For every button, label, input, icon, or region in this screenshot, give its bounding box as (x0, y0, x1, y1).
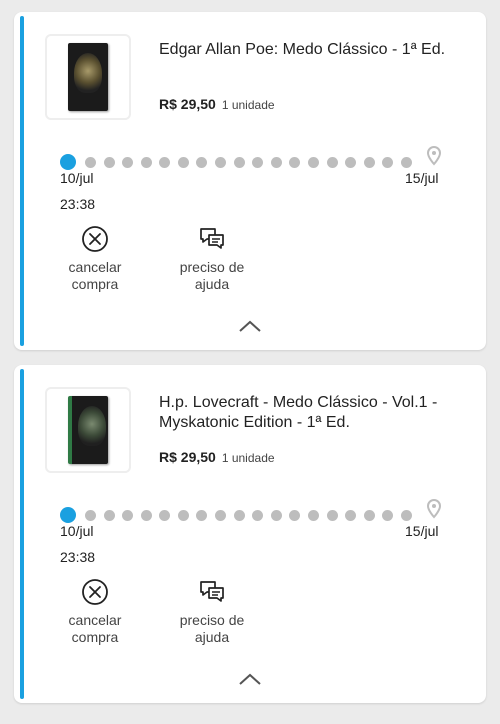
map-pin-icon (426, 146, 442, 166)
progress-step-dot (400, 510, 412, 521)
product-quantity: 1 unidade (221, 98, 275, 112)
progress-step-dot (307, 510, 319, 521)
progress-step-dot (363, 510, 375, 521)
product-thumbnail[interactable] (45, 387, 131, 473)
product-quantity: 1 unidade (221, 451, 275, 465)
progress-step-dot (382, 510, 394, 521)
delivery-progress-track (60, 499, 442, 535)
progress-step-dot (140, 510, 152, 521)
progress-step-dot (196, 157, 208, 168)
progress-step-dot (177, 510, 189, 521)
progress-step-dot (103, 157, 115, 168)
progress-step-dot (122, 157, 134, 168)
progress-step-dot (85, 510, 96, 521)
start-time: 23:38 (60, 549, 96, 565)
start-date: 10/jul (60, 523, 94, 539)
progress-step-dot (326, 157, 338, 168)
book-cover-image (68, 43, 108, 111)
progress-step-dot (159, 510, 171, 521)
progress-step-dot (215, 510, 227, 521)
progress-step-dot (196, 510, 208, 521)
chevron-up-icon[interactable] (238, 672, 262, 686)
chat-bubbles-icon (200, 228, 224, 249)
progress-step-dot (159, 157, 171, 168)
chat-bubbles-icon (200, 581, 224, 602)
progress-step-dot (85, 157, 96, 168)
end-date: 15/jul (405, 523, 439, 539)
progress-step-dot (345, 510, 357, 521)
start-date: 10/jul (60, 170, 94, 186)
progress-step-dot (252, 157, 264, 168)
progress-step-dot (345, 157, 357, 168)
progress-step-dot (270, 510, 282, 521)
progress-step-dot (289, 510, 301, 521)
cancel-purchase-button[interactable]: cancelar compra (55, 225, 135, 293)
help-label-line1: preciso de (179, 259, 245, 275)
progress-step-dot (307, 157, 319, 168)
progress-step-dot (400, 157, 412, 168)
need-help-button[interactable]: preciso de ajuda (172, 225, 252, 293)
status-accent-bar (20, 16, 24, 346)
order-card[interactable]: Edgar Allan Poe: Medo Clássico - 1ª Ed. … (14, 12, 486, 350)
product-price: R$ 29,50 (159, 96, 216, 112)
progress-step-dot (233, 510, 245, 521)
progress-step-dot (140, 157, 152, 168)
progress-step-dot (252, 510, 264, 521)
progress-step-dot (326, 510, 338, 521)
chevron-up-icon[interactable] (238, 319, 262, 333)
progress-current-dot (60, 507, 76, 523)
progress-step-dot (363, 157, 375, 168)
cancel-label-line1: cancelar (68, 259, 122, 275)
progress-step-dot (177, 157, 189, 168)
status-accent-bar (20, 369, 24, 699)
map-pin-icon (426, 499, 442, 519)
product-price: R$ 29,50 (159, 449, 216, 465)
progress-step-dot (233, 157, 245, 168)
book-cover-image (68, 396, 108, 464)
progress-step-dot (270, 157, 282, 168)
cancel-purchase-button[interactable]: cancelar compra (55, 578, 135, 646)
orders-page: Edgar Allan Poe: Medo Clássico - 1ª Ed. … (0, 0, 500, 724)
cancel-label-line2: compra (71, 629, 119, 645)
end-date: 15/jul (405, 170, 439, 186)
price-row: R$ 29,50 1 unidade (159, 96, 275, 112)
progress-current-dot (60, 154, 76, 170)
cancel-label-line2: compra (71, 276, 119, 292)
product-thumbnail[interactable] (45, 34, 131, 120)
cancel-label-line1: cancelar (68, 612, 122, 628)
start-time: 23:38 (60, 196, 96, 212)
need-help-button[interactable]: preciso de ajuda (172, 578, 252, 646)
help-label-line2: ajuda (194, 276, 230, 292)
x-circle-icon (82, 226, 108, 252)
help-label-line2: ajuda (194, 629, 230, 645)
progress-steps (85, 510, 412, 521)
progress-steps (85, 157, 412, 168)
progress-step-dot (382, 157, 394, 168)
delivery-progress-track (60, 146, 442, 182)
order-card[interactable]: H.p. Lovecraft - Medo Clássico - Vol.1 -… (14, 365, 486, 703)
product-title[interactable]: H.p. Lovecraft - Medo Clássico - Vol.1 -… (159, 393, 469, 433)
progress-step-dot (289, 157, 301, 168)
help-label-line1: preciso de (179, 612, 245, 628)
price-row: R$ 29,50 1 unidade (159, 449, 275, 465)
product-title[interactable]: Edgar Allan Poe: Medo Clássico - 1ª Ed. (159, 40, 469, 60)
progress-step-dot (122, 510, 134, 521)
progress-step-dot (103, 510, 115, 521)
progress-step-dot (215, 157, 227, 168)
x-circle-icon (82, 579, 108, 605)
